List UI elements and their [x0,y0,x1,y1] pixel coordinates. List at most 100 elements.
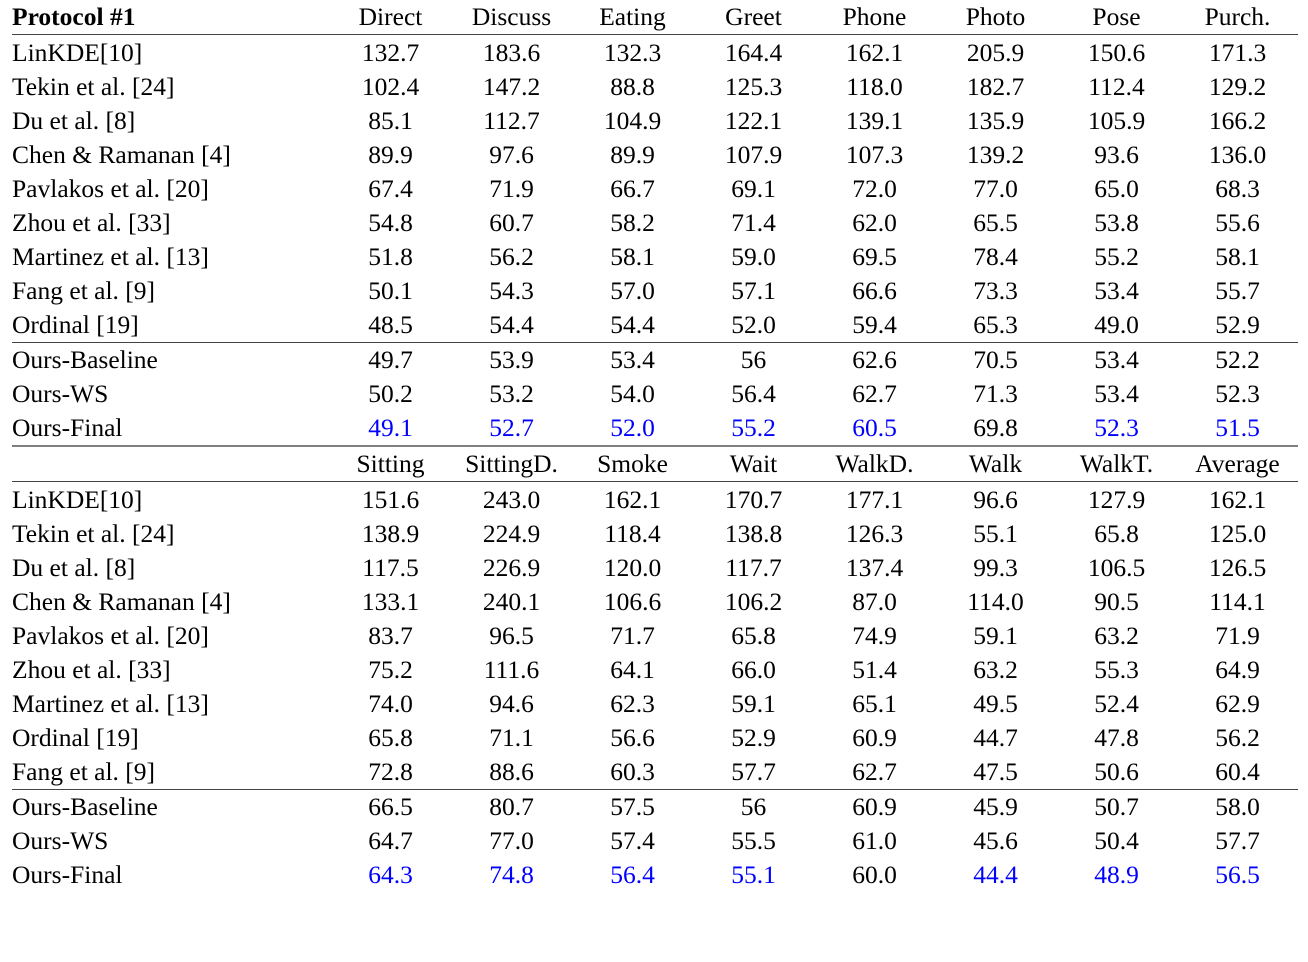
table-row: Martinez et al. [13] 74.0 94.6 62.3 59.1 65.1… [12,687,1298,721]
metric-cell: 55.6 [1215,208,1260,238]
table-body: Protocol #1 Direct Discuss Eating Greet Phone… [12,0,1298,892]
metric-cell: 65.0 [1094,174,1139,204]
metric-cell-ours: 61.0 [852,826,897,856]
metric-cell-ours: 70.5 [973,345,1018,375]
column-header-direct: Direct [330,0,451,35]
method-label: Du et al. [8] [12,106,136,136]
table-row: Du et al. [8] 85.1 112.7 104.9 122.1 139.1 135… [12,104,1298,138]
metric-cell: 59.1 [973,621,1018,651]
metric-cell: 120.0 [603,553,662,583]
metric-cell-ours: 56 [740,345,767,375]
metric-cell-ours: 51.5 [1177,411,1298,447]
metric-cell: 97.6 [489,140,534,170]
metric-cell: 106.6 [603,587,662,617]
column-header-greet: Greet [693,0,814,35]
metric-cell: 58.2 [610,208,655,238]
metric-cell-ours: 56.4 [731,379,776,409]
metric-cell: 99.3 [973,553,1018,583]
metric-cell: 117.5 [362,553,419,583]
metric-cell: 118.4 [604,519,661,549]
method-label: Tekin et al. [24] [12,72,175,102]
metric-cell-ours: 60.9 [852,792,897,822]
metric-cell: 49.0 [1056,308,1177,343]
metric-cell: 73.3 [973,276,1018,306]
metric-cell: 112.4 [1088,72,1145,102]
metric-cell: 50.1 [368,276,413,306]
metric-cell: 62.9 [1215,689,1260,719]
column-header-walkt: WalkT. [1056,446,1177,482]
table-row: Ordinal [19] 48.5 54.4 54.4 52.0 59.4 65.3 49.0… [12,308,1298,343]
method-label: Chen & Ramanan [4] [12,140,231,170]
metric-cell: 162.1 [603,485,662,515]
metric-cell: 132.3 [603,38,662,68]
metric-cell: 52.0 [693,308,814,343]
metric-cell: 57.1 [731,276,776,306]
metric-cell-ours: 55.2 [693,411,814,447]
method-label: Pavlakos et al. [20] [12,621,209,651]
column-header-eating: Eating [572,0,693,35]
metric-cell: 72.8 [330,755,451,790]
metric-cell: 47.5 [935,755,1056,790]
metric-cell: 59.4 [814,308,935,343]
metric-cell-ours: 57.4 [610,826,655,856]
metric-cell: 56.2 [489,242,534,272]
metric-cell: 138.9 [361,519,420,549]
metric-cell-ours: 52.2 [1215,345,1260,375]
table-row: Chen & Ramanan [4] 133.1 240.1 106.6 106.2 87… [12,585,1298,619]
column-header-photo: Photo [935,0,1056,35]
metric-cell: 88.6 [451,755,572,790]
method-label-ours: Ours-Final [12,860,123,890]
metric-cell-ours: 56.4 [610,860,655,890]
metric-cell: 87.0 [852,587,897,617]
metric-cell: 74.0 [368,689,413,719]
method-label-ours: Ours-Baseline [12,345,158,375]
table-row-ours: Ours-Final 64.3 74.8 56.4 55.1 60.0 44.4 48.9 56… [12,858,1298,892]
table-row: Tekin et al. [24] 138.9 224.9 118.4 138.8 126… [12,517,1298,551]
metric-cell: 51.8 [368,242,413,272]
metric-cell: 55.7 [1215,276,1260,306]
column-header-discuss: Discuss [451,0,572,35]
metric-cell: 53.4 [1094,276,1139,306]
metric-cell: 64.1 [610,655,655,685]
metric-cell: 54.3 [489,276,534,306]
method-label: LinKDE[10] [12,485,143,515]
metric-cell: 65.5 [973,208,1018,238]
metric-cell: 132.7 [361,38,420,68]
metric-cell: 111.6 [483,655,540,685]
metric-cell-ours: 49.7 [368,345,413,375]
metric-cell: 71.4 [731,208,776,238]
metric-cell: 65.3 [935,308,1056,343]
metric-cell-ours: 71.3 [973,379,1018,409]
metric-cell: 224.9 [482,519,541,549]
metric-cell: 54.8 [368,208,413,238]
table-row: LinKDE[10] 132.7 183.6 132.3 164.4 162.1 205.9… [12,35,1298,71]
metric-cell: 96.5 [489,621,534,651]
metric-cell-ours: 54.0 [610,379,655,409]
metric-cell: 137.4 [845,553,904,583]
metric-cell: 170.7 [724,485,783,515]
metric-cell-ours: 60.0 [852,860,897,890]
metric-cell: 122.1 [724,106,783,136]
metric-cell: 243.0 [482,485,541,515]
metric-cell-ours: 64.3 [368,860,413,890]
method-label: Ordinal [19] [12,723,139,753]
metric-cell-ours: 80.7 [489,792,534,822]
metric-cell: 57.7 [693,755,814,790]
metric-cell: 135.9 [966,106,1025,136]
metric-cell-ours: 57.5 [610,792,655,822]
metric-cell: 71.1 [489,723,534,753]
metric-cell: 52.9 [731,723,776,753]
metric-cell: 71.7 [610,621,655,651]
method-label-ours: Ours-WS [12,826,109,856]
metric-cell-ours: 66.5 [368,792,413,822]
table-row: Zhou et al. [33] 54.8 60.7 58.2 71.4 62.0 65.5… [12,206,1298,240]
column-header-sittingd: SittingD. [451,446,572,482]
table-row-ours: Ours-WS 64.7 77.0 57.4 55.5 61.0 45.6 50.4 57.7 [12,824,1298,858]
metric-cell: 88.8 [610,72,655,102]
table-title-cell [12,446,330,482]
metric-cell-ours: 44.4 [973,860,1018,890]
metric-cell: 72.0 [852,174,897,204]
metric-cell: 78.4 [973,242,1018,272]
metric-cell: 60.7 [489,208,534,238]
method-label: Zhou et al. [33] [12,208,171,238]
